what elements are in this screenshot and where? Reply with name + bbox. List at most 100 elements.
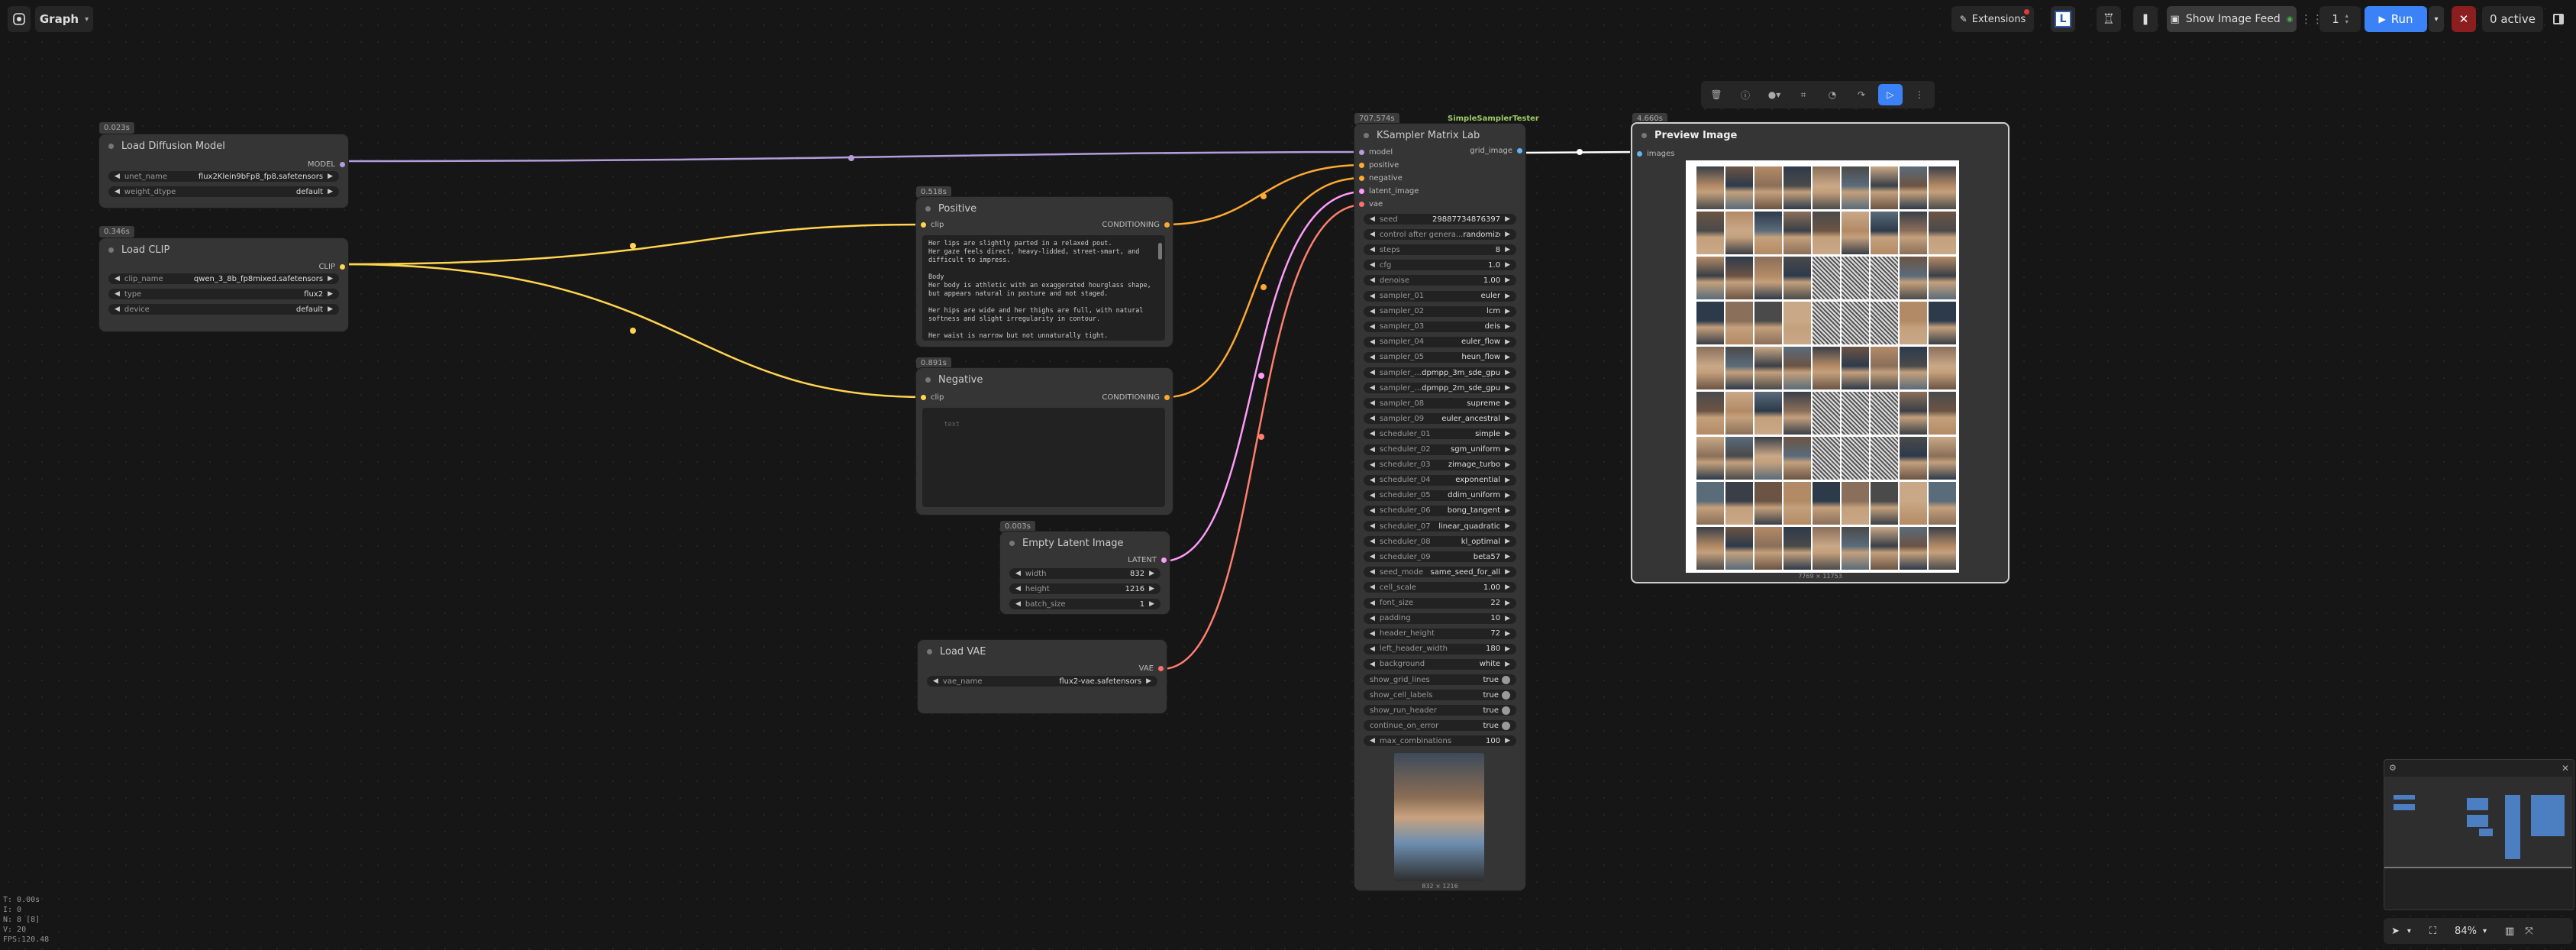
minimap-settings-icon[interactable]: ⚙: [2389, 763, 2397, 773]
graph-menu-button[interactable]: Graph ▾: [35, 6, 93, 32]
clip-type-combo[interactable]: ◀ type flux2 ▶: [108, 289, 339, 299]
conditioning-output[interactable]: CONDITIONING: [1102, 393, 1170, 402]
ksampler-input-negative[interactable]: negative: [1359, 174, 1403, 183]
link-visibility-icon[interactable]: ⤧: [2525, 926, 2532, 937]
extensions-button[interactable]: ✎ Extensions: [1951, 6, 2034, 32]
manager-button[interactable]: ♖: [2097, 6, 2121, 32]
negative-prompt-node[interactable]: Negative clip CONDITIONING text: [916, 368, 1173, 515]
latent-output[interactable]: LATENT: [1128, 556, 1167, 564]
ksampler-widget-seed[interactable]: ◀ seed 29887734876397 ▶: [1364, 214, 1516, 225]
ksampler-widget-padding[interactable]: ◀ padding 10 ▶: [1364, 612, 1516, 624]
ksampler-widget-scheduler-04[interactable]: ◀ scheduler_04 exponential ▶: [1364, 474, 1516, 486]
run-button[interactable]: ▶ Run: [2365, 6, 2427, 32]
height-input[interactable]: ◀ height 1216 ▶: [1009, 583, 1160, 594]
ksampler-widget-sampler-01[interactable]: ◀ sampler_01 euler ▶: [1364, 290, 1516, 302]
fit-view-icon[interactable]: ⛶: [2429, 926, 2436, 937]
ksampler-widget-continue-on-error[interactable]: continue_on_error true: [1364, 720, 1516, 732]
ksampler-widget-left-header-width[interactable]: ◀ left_header_width 180 ▶: [1364, 643, 1516, 654]
ksampler-widget-sampler-04[interactable]: ◀ sampler_04 euler_flow ▶: [1364, 336, 1516, 347]
vae-output[interactable]: VAE: [1139, 664, 1164, 673]
ksampler-input-latent-image[interactable]: latent_image: [1359, 187, 1419, 195]
ksampler-widget-scheduler-01[interactable]: ◀ scheduler_01 simple ▶: [1364, 428, 1516, 440]
queue-status-button[interactable]: 0 active: [2482, 6, 2543, 32]
chevron-down-icon[interactable]: ▾: [2407, 927, 2411, 935]
negative-prompt-textarea[interactable]: text: [922, 408, 1165, 507]
ksampler-widget-sampler[interactable]: ◀ sampler_... dpmpp_2m_sde_gpu ▶: [1364, 383, 1516, 394]
more-options-icon[interactable]: ⋮: [1907, 84, 1932, 105]
load-vae-node[interactable]: Load VAE VAE ◀ vae_name flux2-vae.safeten…: [918, 640, 1167, 713]
grid-image-preview[interactable]: [1686, 160, 1959, 573]
app-logo-button[interactable]: [8, 6, 31, 32]
batch-size-input[interactable]: ◀ batch_size 1 ▶: [1009, 599, 1160, 609]
l-extension-button[interactable]: L: [2051, 6, 2075, 32]
ksampler-widget-scheduler-03[interactable]: ◀ scheduler_03 zimage_turbo ▶: [1364, 459, 1516, 470]
ksampler-widget-header-height[interactable]: ◀ header_height 72 ▶: [1364, 628, 1516, 639]
ksampler-input-positive[interactable]: positive: [1359, 161, 1399, 170]
ksampler-input-vae[interactable]: vae: [1359, 200, 1383, 208]
ksampler-matrix-lab-node[interactable]: KSampler Matrix Lab model positive negativ…: [1354, 124, 1525, 890]
ksampler-widget-scheduler-05[interactable]: ◀ scheduler_05 ddim_uniform ▶: [1364, 490, 1516, 501]
grid-image-output[interactable]: grid_image: [1470, 147, 1522, 155]
bookmark-button[interactable]: ❚: [2133, 6, 2158, 32]
ksampler-widget-scheduler-02[interactable]: ◀ scheduler_02 sgm_uniform ▶: [1364, 444, 1516, 455]
vae-name-combo[interactable]: ◀ vae_name flux2-vae.safetensors ▶: [927, 676, 1157, 687]
ksampler-widget-cell-scale[interactable]: ◀ cell_scale 1.00 ▶: [1364, 582, 1516, 593]
ksampler-widget-scheduler-09[interactable]: ◀ scheduler_09 beta57 ▶: [1364, 551, 1516, 563]
ksampler-widget-sampler-09[interactable]: ◀ sampler_09 euler_ancestral ▶: [1364, 413, 1516, 425]
queue-count-field[interactable]: 1 ▴ ▾: [2319, 6, 2361, 32]
ksampler-widget-show-cell-labels[interactable]: show_cell_labels true: [1364, 690, 1516, 701]
ksampler-widget-denoise[interactable]: ◀ denoise 1.00 ▶: [1364, 275, 1516, 286]
ksampler-widget-control-after-genera[interactable]: ◀ control after genera... randomize ▶: [1364, 229, 1516, 241]
ksampler-widget-sampler[interactable]: ◀ sampler_... dpmpp_3m_sde_gpu ▶: [1364, 367, 1516, 378]
load-clip-node[interactable]: Load CLIP CLIP ◀ clip_name qwen_3_8b_fp8m…: [99, 238, 348, 331]
ksampler-widget-scheduler-07[interactable]: ◀ scheduler_07 linear_quadratic ▶: [1364, 521, 1516, 532]
frame-icon[interactable]: ⌗: [1791, 84, 1816, 105]
toggle-panel-button[interactable]: [2548, 6, 2569, 32]
ksampler-widget-show-grid-lines[interactable]: show_grid_lines true: [1364, 674, 1516, 685]
info-icon[interactable]: ⓘ: [1733, 84, 1758, 105]
ksampler-widget-max-combinations[interactable]: ◀ max_combinations 100 ▶: [1364, 735, 1516, 747]
weight-dtype-combo[interactable]: ◀ weight_dtype default ▶: [108, 186, 339, 197]
ksampler-widget-background[interactable]: ◀ background white ▶: [1364, 658, 1516, 670]
run-node-icon[interactable]: ▷: [1878, 84, 1903, 105]
run-options-button[interactable]: ▾: [2429, 6, 2444, 32]
model-output[interactable]: MODEL: [308, 160, 345, 169]
empty-latent-image-node[interactable]: Empty Latent Image LATENT ◀ width 832 ▶ ◀ h…: [1000, 532, 1170, 614]
images-input[interactable]: images: [1637, 150, 1674, 158]
chevron-down-icon[interactable]: ▾: [2483, 927, 2487, 935]
load-diffusion-model-node[interactable]: Load Diffusion Model MODEL ◀ unet_name fl…: [99, 134, 348, 208]
ksampler-widget-seed-mode[interactable]: ◀ seed_mode same_seed_for_all ▶: [1364, 567, 1516, 578]
minimap-panel[interactable]: ⚙ ✕: [2384, 759, 2574, 910]
queue-drag-handle[interactable]: ⋮⋮: [2300, 6, 2323, 32]
ksampler-widget-steps[interactable]: ◀ steps 8 ▶: [1364, 244, 1516, 256]
ksampler-widget-sampler-03[interactable]: ◀ sampler_03 deis ▶: [1364, 321, 1516, 332]
clip-input[interactable]: clip: [921, 393, 944, 402]
select-tool-icon[interactable]: ➤: [2391, 926, 2400, 937]
zoom-level[interactable]: 84%: [2455, 926, 2477, 937]
output-thumbnail[interactable]: [1394, 753, 1484, 881]
clip-input[interactable]: clip: [921, 221, 944, 229]
minimap-toggle-icon[interactable]: ▥: [2505, 926, 2514, 937]
preview-image-node[interactable]: Preview Image images 7769 × 11753: [1631, 122, 2009, 583]
ksampler-widget-scheduler-06[interactable]: ◀ scheduler_06 bong_tangent ▶: [1364, 505, 1516, 516]
ksampler-input-model[interactable]: model: [1359, 148, 1393, 157]
clip-name-combo[interactable]: ◀ clip_name qwen_3_8b_fp8mixed.safetensor…: [108, 273, 339, 284]
ksampler-widget-font-size[interactable]: ◀ font_size 22 ▶: [1364, 597, 1516, 609]
ksampler-widget-show-run-header[interactable]: show_run_header true: [1364, 705, 1516, 716]
clip-device-combo[interactable]: ◀ device default ▶: [108, 304, 339, 315]
width-input[interactable]: ◀ width 832 ▶: [1009, 568, 1160, 579]
bypass-icon[interactable]: ◔: [1820, 84, 1845, 105]
positive-prompt-textarea[interactable]: Her lips are slightly parted in a relaxe…: [922, 235, 1165, 341]
color-picker-icon[interactable]: ●▾: [1762, 84, 1787, 105]
clip-output[interactable]: CLIP: [318, 263, 345, 271]
ksampler-widget-sampler-05[interactable]: ◀ sampler_05 heun_flow ▶: [1364, 351, 1516, 363]
ksampler-widget-cfg[interactable]: ◀ cfg 1.0 ▶: [1364, 260, 1516, 271]
conditioning-output[interactable]: CONDITIONING: [1102, 221, 1170, 229]
unet-name-combo[interactable]: ◀ unet_name flux2Klein9bFp8_fp8.safetenso…: [108, 171, 339, 182]
ksampler-widget-scheduler-08[interactable]: ◀ scheduler_08 kl_optimal ▶: [1364, 536, 1516, 548]
positive-prompt-node[interactable]: Positive clip CONDITIONING Her lips are …: [916, 197, 1173, 347]
redo-icon[interactable]: ↷: [1849, 84, 1874, 105]
trash-icon[interactable]: 🗑: [1704, 84, 1729, 105]
cancel-run-button[interactable]: ✕: [2452, 6, 2476, 32]
textarea-scrollbar[interactable]: [1158, 243, 1162, 260]
